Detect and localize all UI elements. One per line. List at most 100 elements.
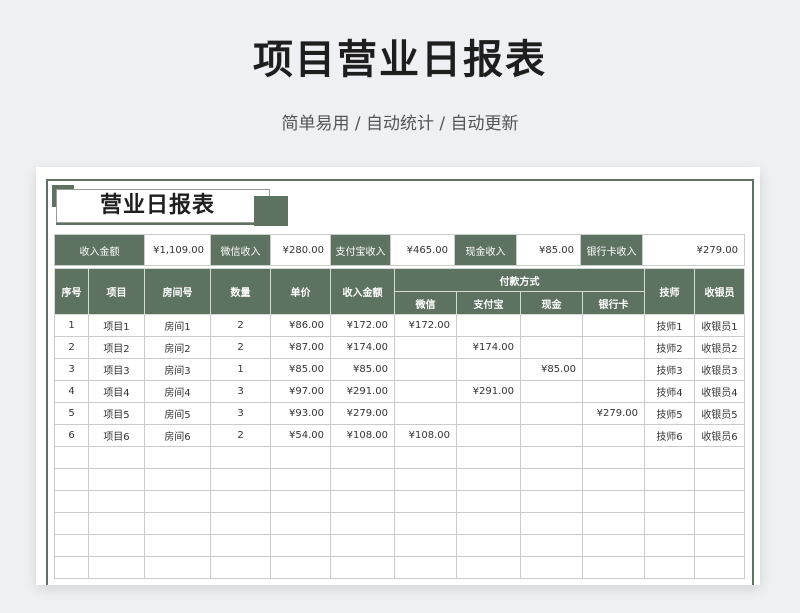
empty-cell[interactable] — [394, 468, 457, 491]
empty-cell[interactable] — [520, 534, 583, 557]
empty-cell[interactable] — [644, 490, 695, 513]
empty-cell[interactable] — [330, 490, 395, 513]
empty-cell[interactable] — [456, 512, 521, 535]
cell-qty[interactable]: 2 — [210, 424, 271, 447]
empty-cell[interactable] — [520, 512, 583, 535]
cell-price[interactable]: ¥85.00 — [270, 358, 331, 381]
empty-cell[interactable] — [210, 468, 271, 491]
empty-cell[interactable] — [520, 556, 583, 579]
cell-price[interactable]: ¥97.00 — [270, 380, 331, 403]
cell-seq[interactable]: 3 — [54, 358, 89, 381]
cell-bank[interactable] — [582, 314, 645, 337]
cell-alipay[interactable] — [456, 358, 521, 381]
cell-item[interactable]: 项目5 — [88, 402, 145, 425]
cell-item[interactable]: 项目3 — [88, 358, 145, 381]
cell-income[interactable]: ¥108.00 — [330, 424, 395, 447]
cell-tech[interactable]: 技师5 — [644, 402, 695, 425]
empty-cell[interactable] — [394, 534, 457, 557]
empty-cell[interactable] — [88, 446, 145, 469]
summary-value[interactable]: ¥85.00 — [516, 234, 581, 266]
empty-cell[interactable] — [144, 512, 211, 535]
cell-bank[interactable] — [582, 358, 645, 381]
cell-qty[interactable]: 3 — [210, 402, 271, 425]
empty-cell[interactable] — [54, 490, 89, 513]
empty-cell[interactable] — [644, 512, 695, 535]
cell-cash[interactable] — [520, 314, 583, 337]
empty-cell[interactable] — [330, 512, 395, 535]
cell-cashier[interactable]: 收银员2 — [694, 336, 745, 359]
cell-tech[interactable]: 技师1 — [644, 314, 695, 337]
cell-price[interactable]: ¥93.00 — [270, 402, 331, 425]
empty-cell[interactable] — [54, 446, 89, 469]
summary-value[interactable]: ¥1,109.00 — [144, 234, 211, 266]
empty-cell[interactable] — [270, 534, 331, 557]
empty-cell[interactable] — [694, 446, 745, 469]
empty-cell[interactable] — [330, 556, 395, 579]
cell-cash[interactable] — [520, 402, 583, 425]
empty-cell[interactable] — [270, 490, 331, 513]
empty-cell[interactable] — [644, 534, 695, 557]
cell-wechat[interactable] — [394, 358, 457, 381]
empty-cell[interactable] — [210, 512, 271, 535]
cell-item[interactable]: 项目1 — [88, 314, 145, 337]
empty-cell[interactable] — [144, 446, 211, 469]
empty-cell[interactable] — [520, 468, 583, 491]
cell-wechat[interactable]: ¥108.00 — [394, 424, 457, 447]
cell-cash[interactable] — [520, 380, 583, 403]
cell-room[interactable]: 房间1 — [144, 314, 211, 337]
cell-qty[interactable]: 3 — [210, 380, 271, 403]
empty-cell[interactable] — [144, 556, 211, 579]
empty-cell[interactable] — [394, 446, 457, 469]
cell-wechat[interactable] — [394, 336, 457, 359]
cell-qty[interactable]: 1 — [210, 358, 271, 381]
cell-room[interactable]: 房间6 — [144, 424, 211, 447]
cell-tech[interactable]: 技师2 — [644, 336, 695, 359]
empty-cell[interactable] — [394, 556, 457, 579]
cell-alipay[interactable]: ¥174.00 — [456, 336, 521, 359]
empty-cell[interactable] — [88, 468, 145, 491]
empty-cell[interactable] — [270, 446, 331, 469]
empty-cell[interactable] — [582, 556, 645, 579]
cell-seq[interactable]: 1 — [54, 314, 89, 337]
cell-bank[interactable] — [582, 380, 645, 403]
cell-bank[interactable] — [582, 336, 645, 359]
summary-value[interactable]: ¥280.00 — [270, 234, 331, 266]
empty-cell[interactable] — [456, 534, 521, 557]
empty-cell[interactable] — [270, 512, 331, 535]
cell-income[interactable]: ¥279.00 — [330, 402, 395, 425]
empty-cell[interactable] — [330, 446, 395, 469]
cell-bank[interactable]: ¥279.00 — [582, 402, 645, 425]
cell-cash[interactable]: ¥85.00 — [520, 358, 583, 381]
cell-room[interactable]: 房间4 — [144, 380, 211, 403]
empty-cell[interactable] — [394, 490, 457, 513]
empty-cell[interactable] — [694, 512, 745, 535]
cell-item[interactable]: 项目4 — [88, 380, 145, 403]
empty-cell[interactable] — [456, 446, 521, 469]
empty-cell[interactable] — [394, 512, 457, 535]
cell-price[interactable]: ¥87.00 — [270, 336, 331, 359]
empty-cell[interactable] — [694, 534, 745, 557]
cell-income[interactable]: ¥85.00 — [330, 358, 395, 381]
cell-wechat[interactable]: ¥172.00 — [394, 314, 457, 337]
empty-cell[interactable] — [210, 446, 271, 469]
cell-cash[interactable] — [520, 424, 583, 447]
cell-alipay[interactable] — [456, 314, 521, 337]
summary-value[interactable]: ¥279.00 — [642, 234, 745, 266]
cell-wechat[interactable] — [394, 402, 457, 425]
empty-cell[interactable] — [582, 468, 645, 491]
cell-alipay[interactable] — [456, 402, 521, 425]
cell-item[interactable]: 项目6 — [88, 424, 145, 447]
empty-cell[interactable] — [330, 534, 395, 557]
cell-seq[interactable]: 2 — [54, 336, 89, 359]
empty-cell[interactable] — [694, 490, 745, 513]
cell-cashier[interactable]: 收银员6 — [694, 424, 745, 447]
cell-seq[interactable]: 4 — [54, 380, 89, 403]
cell-price[interactable]: ¥86.00 — [270, 314, 331, 337]
empty-cell[interactable] — [88, 490, 145, 513]
empty-cell[interactable] — [144, 534, 211, 557]
cell-alipay[interactable] — [456, 424, 521, 447]
cell-item[interactable]: 项目2 — [88, 336, 145, 359]
empty-cell[interactable] — [270, 556, 331, 579]
empty-cell[interactable] — [456, 556, 521, 579]
cell-seq[interactable]: 6 — [54, 424, 89, 447]
